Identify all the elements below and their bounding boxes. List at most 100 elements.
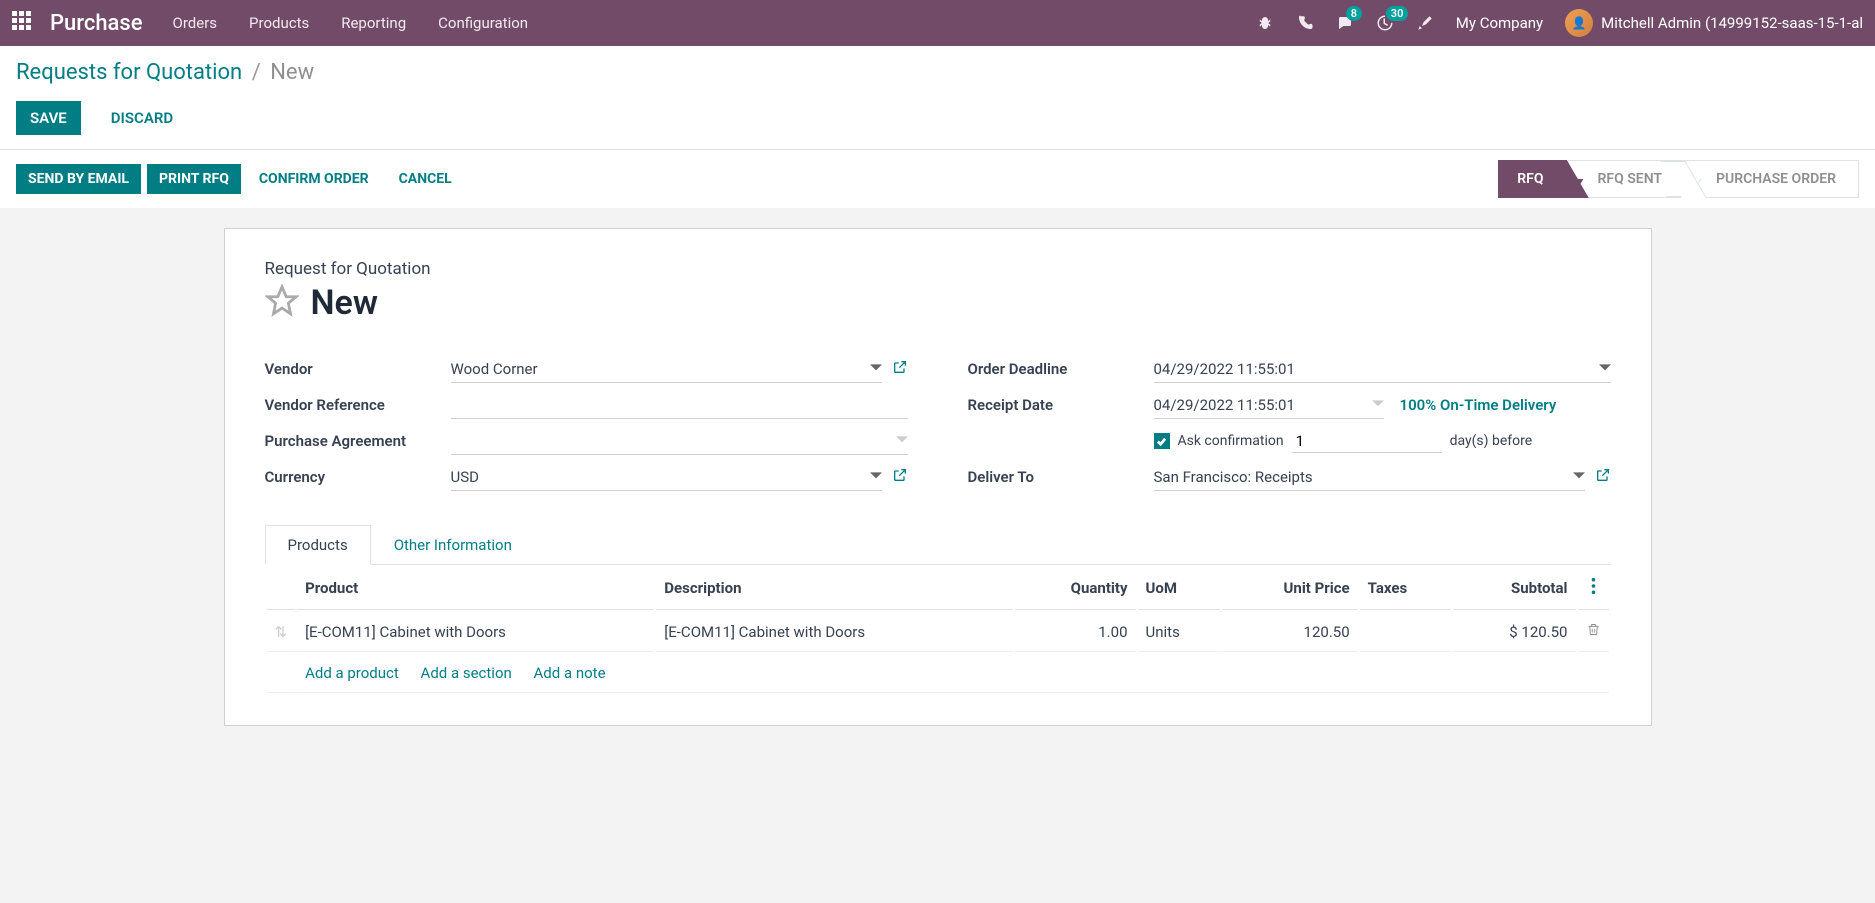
cell-taxes[interactable] [1360, 612, 1451, 652]
breadcrumb-parent[interactable]: Requests for Quotation [16, 60, 242, 85]
menu-configuration[interactable]: Configuration [438, 14, 528, 32]
col-product[interactable]: Product [297, 567, 654, 610]
chevron-down-icon[interactable] [870, 468, 882, 486]
print-rfq-button[interactable]: PRINT RFQ [147, 164, 241, 194]
send-email-button[interactable]: SEND BY EMAIL [16, 164, 141, 194]
form-sheet: Request for Quotation New Vendor Wood Co… [224, 228, 1652, 726]
currency-value: USD [451, 468, 479, 486]
form-container: Request for Quotation New Vendor Wood Co… [0, 208, 1875, 746]
breadcrumb-current: New [270, 60, 314, 85]
username: Mitchell Admin (14999152-saas-15-1-al [1601, 14, 1863, 32]
products-table: Product Description Quantity UoM Unit Pr… [265, 565, 1611, 695]
tools-icon[interactable] [1416, 14, 1434, 32]
days-before-label: day(s) before [1450, 433, 1533, 449]
col-uom[interactable]: UoM [1138, 567, 1221, 610]
conversations-icon[interactable]: 8 [1336, 14, 1354, 32]
col-quantity[interactable]: Quantity [1015, 567, 1135, 610]
control-panel: Requests for Quotation / New SAVE DISCAR… [0, 46, 1875, 149]
sheet-title: New [311, 283, 378, 323]
col-taxes[interactable]: Taxes [1360, 567, 1451, 610]
chevron-down-icon[interactable] [1573, 468, 1585, 486]
external-link-icon[interactable] [1595, 467, 1611, 487]
trash-icon[interactable] [1586, 623, 1601, 641]
receipt-date-value: 04/29/2022 11:55:01 [1154, 396, 1295, 414]
status-stages: RFQ RFQ SENT PURCHASE ORDER [1498, 160, 1859, 198]
cell-uom[interactable]: Units [1138, 612, 1221, 652]
label-receipt-date: Receipt Date [968, 396, 1154, 414]
menu-orders[interactable]: Orders [173, 14, 218, 32]
col-unit-price[interactable]: Unit Price [1222, 567, 1357, 610]
status-bar: SEND BY EMAIL PRINT RFQ CONFIRM ORDER CA… [0, 149, 1875, 208]
avatar: 👤 [1565, 9, 1593, 37]
external-link-icon[interactable] [892, 467, 908, 487]
breadcrumb-separator: / [252, 60, 261, 85]
vendor-value: Wood Corner [451, 360, 538, 378]
on-time-delivery-link[interactable]: 100% On-Time Delivery [1400, 396, 1557, 414]
currency-field[interactable]: USD [451, 464, 882, 491]
stage-purchase-order[interactable]: PURCHASE ORDER [1685, 160, 1859, 198]
cell-quantity[interactable]: 1.00 [1015, 612, 1135, 652]
confirm-order-button[interactable]: CONFIRM ORDER [247, 164, 381, 194]
stage-rfq[interactable]: RFQ [1498, 160, 1566, 198]
nav-menu: Orders Products Reporting Configuration [173, 14, 529, 32]
chevron-down-icon[interactable] [870, 360, 882, 378]
tabs: Products Other Information [265, 525, 1611, 565]
label-order-deadline: Order Deadline [968, 360, 1154, 378]
chevron-down-icon[interactable] [896, 432, 908, 450]
sheet-subtitle: Request for Quotation [265, 259, 1611, 279]
add-product-link[interactable]: Add a product [305, 664, 399, 682]
order-deadline-value: 04/29/2022 11:55:01 [1154, 360, 1295, 378]
col-description[interactable]: Description [656, 567, 1013, 610]
cell-subtotal: $ 120.50 [1453, 612, 1575, 652]
systray: 8 30 My Company 👤 Mitchell Admin (149991… [1256, 9, 1863, 37]
table-row[interactable]: ⇅ [E-COM11] Cabinet with Doors [E-COM11]… [267, 612, 1609, 652]
add-section-link[interactable]: Add a section [421, 664, 512, 682]
label-deliver-to: Deliver To [968, 468, 1154, 486]
tab-products[interactable]: Products [265, 525, 371, 565]
bug-icon[interactable] [1256, 14, 1274, 32]
receipt-date-field[interactable]: 04/29/2022 11:55:01 [1154, 392, 1384, 419]
ask-confirmation-checkbox[interactable] [1154, 433, 1170, 449]
apps-icon[interactable] [12, 11, 36, 35]
label-vendor-ref: Vendor Reference [265, 396, 451, 414]
cell-description[interactable]: [E-COM11] Cabinet with Doors [656, 612, 1013, 652]
priority-star-icon[interactable] [265, 284, 299, 322]
menu-reporting[interactable]: Reporting [341, 14, 406, 32]
ask-confirmation-label: Ask confirmation [1178, 433, 1284, 449]
form-col-right: Order Deadline 04/29/2022 11:55:01 Recei… [968, 351, 1611, 495]
external-link-icon[interactable] [892, 359, 908, 379]
chevron-down-icon[interactable] [1372, 396, 1384, 414]
conversations-badge: 8 [1346, 6, 1362, 21]
tab-other-information[interactable]: Other Information [371, 525, 535, 565]
kebab-icon[interactable] [1591, 581, 1596, 599]
drag-handle-icon[interactable]: ⇅ [275, 623, 288, 641]
form-col-left: Vendor Wood Corner Vendor Reference Purc… [265, 351, 908, 495]
activities-badge: 30 [1386, 6, 1409, 21]
breadcrumb: Requests for Quotation / New [16, 60, 1859, 85]
company-switcher[interactable]: My Company [1456, 14, 1543, 32]
navbar: Purchase Orders Products Reporting Confi… [0, 0, 1875, 46]
cell-product[interactable]: [E-COM11] Cabinet with Doors [297, 612, 654, 652]
vendor-ref-field[interactable] [451, 392, 908, 419]
purchase-agreement-field[interactable] [451, 428, 908, 455]
order-deadline-field[interactable]: 04/29/2022 11:55:01 [1154, 356, 1611, 383]
vendor-field[interactable]: Wood Corner [451, 356, 882, 383]
label-vendor: Vendor [265, 360, 451, 378]
app-brand[interactable]: Purchase [50, 11, 143, 36]
phone-icon[interactable] [1296, 14, 1314, 32]
deliver-to-field[interactable]: San Francisco: Receipts [1154, 464, 1585, 491]
user-menu[interactable]: 👤 Mitchell Admin (14999152-saas-15-1-al [1565, 9, 1863, 37]
ask-confirm-days-input[interactable] [1292, 430, 1442, 453]
deliver-to-value: San Francisco: Receipts [1154, 468, 1313, 486]
chevron-down-icon[interactable] [1599, 360, 1611, 378]
cell-unit-price[interactable]: 120.50 [1222, 612, 1357, 652]
activities-icon[interactable]: 30 [1376, 14, 1394, 32]
col-subtotal[interactable]: Subtotal [1453, 567, 1575, 610]
label-currency: Currency [265, 468, 451, 486]
add-note-link[interactable]: Add a note [534, 664, 606, 682]
menu-products[interactable]: Products [249, 14, 309, 32]
cancel-button[interactable]: CANCEL [387, 164, 464, 194]
discard-button[interactable]: DISCARD [97, 101, 187, 135]
save-button[interactable]: SAVE [16, 101, 81, 135]
vendor-ref-input[interactable] [451, 396, 908, 414]
